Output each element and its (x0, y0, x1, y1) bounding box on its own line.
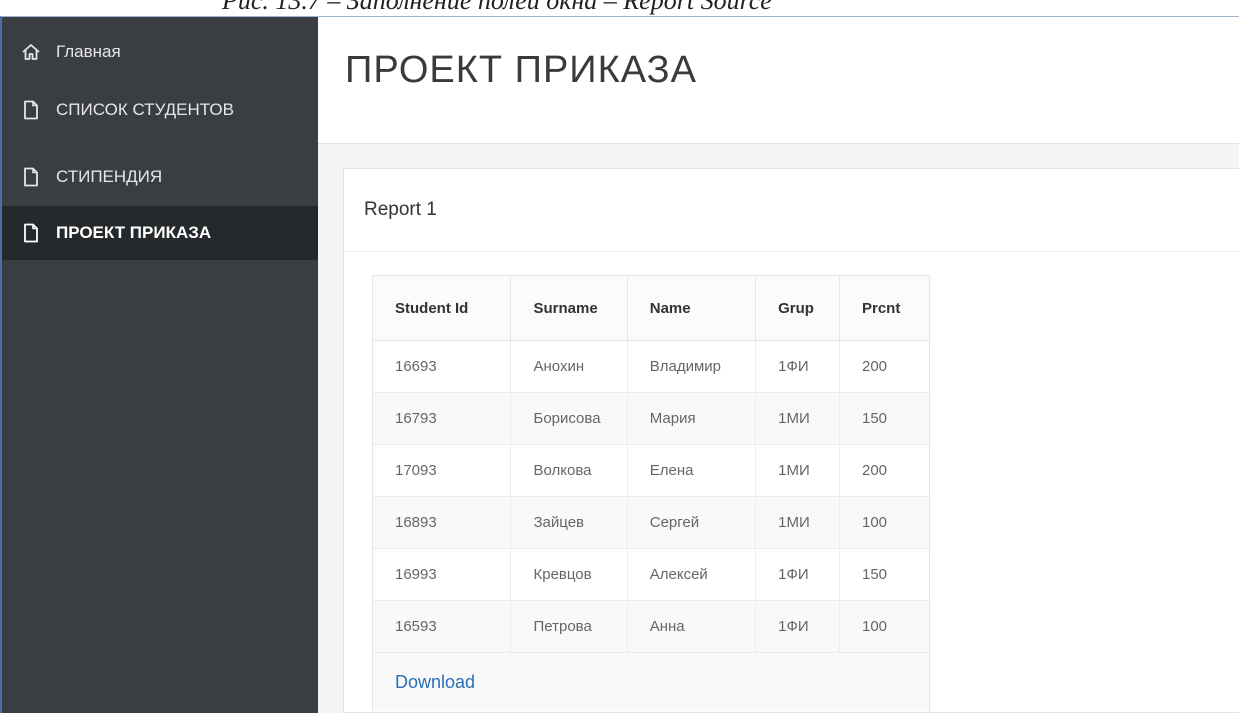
download-link[interactable]: Download (395, 672, 475, 693)
cell-prcnt: 150 (839, 548, 929, 601)
cell-prcnt: 200 (839, 340, 929, 393)
region-header: Report 1 (344, 169, 1239, 252)
cell-surname: Зайцев (510, 496, 628, 549)
cell-surname: Кревцов (510, 548, 628, 601)
page-icon (20, 166, 42, 188)
table-row: 16793 Борисова Мария 1МИ 150 (373, 392, 929, 445)
column-header-surname[interactable]: Surname (510, 276, 628, 341)
cell-surname: Волкова (510, 444, 628, 497)
home-icon (20, 41, 42, 63)
figure-caption: Рис. 13.7 – Заполнение полей окна – Repo… (0, 0, 1241, 16)
sidebar: Главная СПИСОК СТУДЕНТОВ СТИПЕНДИЯ ПРОЕК… (2, 17, 318, 713)
cell-grup: 1ФИ (755, 340, 840, 393)
sidebar-item-label: Главная (56, 42, 121, 61)
table-row: 16993 Кревцов Алексей 1ФИ 150 (373, 548, 929, 601)
cell-name: Владимир (627, 340, 757, 393)
cell-grup: 1ФИ (755, 548, 840, 601)
sidebar-item-home[interactable]: Главная (2, 27, 318, 77)
cell-name: Алексей (627, 548, 757, 601)
cell-prcnt: 200 (839, 444, 929, 497)
cell-student-id: 16693 (373, 340, 512, 393)
report-table-container: Student Id Surname Name Grup Prcnt 16693… (372, 275, 930, 711)
sidebar-item-order-draft[interactable]: ПРОЕКТ ПРИКАЗА (2, 206, 318, 260)
cell-student-id: 16893 (373, 496, 512, 549)
cell-prcnt: 150 (839, 392, 929, 445)
main-content: ПРОЕКТ ПРИКАЗА Report 1 Student Id Surna… (318, 17, 1239, 713)
table-row: 17093 Волкова Елена 1МИ 200 (373, 444, 929, 497)
title-bar: ПРОЕКТ ПРИКАЗА (318, 17, 1239, 144)
download-row: Download (373, 653, 929, 711)
cell-student-id: 16593 (373, 600, 512, 653)
cell-prcnt: 100 (839, 496, 929, 549)
cell-prcnt: 100 (839, 600, 929, 653)
region-title: Report 1 (364, 199, 437, 220)
cell-grup: 1МИ (755, 444, 840, 497)
sidebar-item-label: СПИСОК СТУДЕНТОВ (56, 100, 234, 119)
page-title: ПРОЕКТ ПРИКАЗА (345, 49, 697, 91)
sidebar-item-students[interactable]: СПИСОК СТУДЕНТОВ (2, 85, 318, 135)
cell-grup: 1МИ (755, 496, 840, 549)
column-header-student-id[interactable]: Student Id (373, 276, 512, 341)
cell-student-id: 16993 (373, 548, 512, 601)
cell-student-id: 16793 (373, 392, 512, 445)
cell-surname: Анохин (510, 340, 628, 393)
report-region: Report 1 Student Id Surname Name Grup Pr… (343, 168, 1239, 713)
figure-caption-text: Рис. 13.7 – Заполнение полей окна – Repo… (222, 0, 772, 15)
page-icon (20, 99, 42, 121)
sidebar-item-scholarship[interactable]: СТИПЕНДИЯ (2, 152, 318, 202)
table-row: 16593 Петрова Анна 1ФИ 100 (373, 600, 929, 653)
table-row: 16693 Анохин Владимир 1ФИ 200 (373, 340, 929, 393)
cell-name: Сергей (627, 496, 757, 549)
page-icon (20, 222, 42, 244)
cell-grup: 1ФИ (755, 600, 840, 653)
cell-name: Мария (627, 392, 757, 445)
cell-surname: Борисова (510, 392, 628, 445)
cell-surname: Петрова (510, 600, 628, 653)
cell-name: Анна (627, 600, 757, 653)
sidebar-item-label: СТИПЕНДИЯ (56, 167, 163, 186)
column-header-name[interactable]: Name (627, 276, 757, 341)
cell-grup: 1МИ (755, 392, 840, 445)
column-header-grup[interactable]: Grup (755, 276, 840, 341)
column-header-prcnt[interactable]: Prcnt (839, 276, 929, 341)
report-table: Student Id Surname Name Grup Prcnt 16693… (373, 276, 929, 653)
cell-name: Елена (627, 444, 757, 497)
table-header-row: Student Id Surname Name Grup Prcnt (373, 276, 929, 341)
sidebar-item-label: ПРОЕКТ ПРИКАЗА (56, 223, 212, 242)
cell-student-id: 17093 (373, 444, 512, 497)
table-row: 16893 Зайцев Сергей 1МИ 100 (373, 496, 929, 549)
